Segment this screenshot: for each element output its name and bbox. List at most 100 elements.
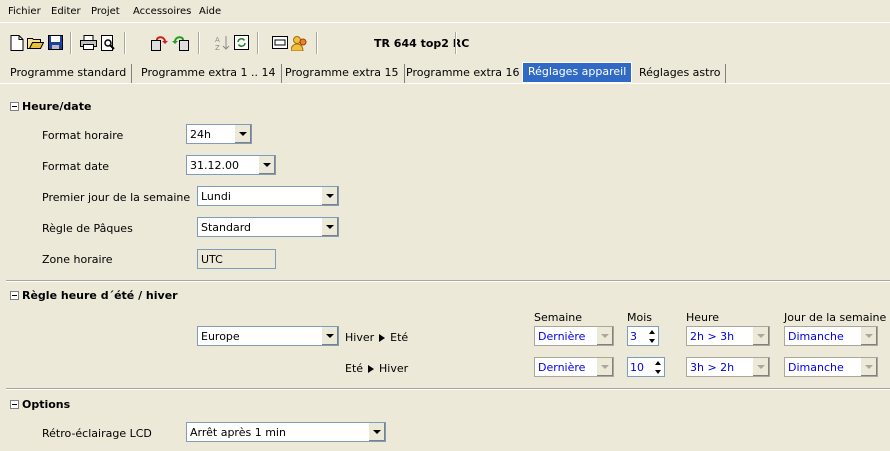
chevron-down-icon[interactable] — [368, 423, 385, 441]
collapse-icon[interactable] — [10, 400, 19, 409]
spin-down-icon[interactable] — [645, 336, 658, 345]
semaine-select-hiver-ete[interactable]: Dernière — [534, 326, 614, 346]
chevron-down-icon[interactable] — [752, 327, 769, 345]
heure-value: 3h > 2h — [690, 360, 735, 374]
sort-icon[interactable]: AZ — [214, 34, 231, 51]
toolbar-separator — [198, 32, 200, 54]
regle-paques-label: Règle de Pâques — [42, 222, 133, 235]
tab-reglages-astro[interactable]: Réglages astro — [634, 64, 727, 83]
to-label: Hiver — [379, 362, 409, 375]
jour-value: Dimanche — [788, 329, 844, 343]
transition-hiver-ete: Hiver Eté — [345, 331, 408, 344]
section-heure-date[interactable]: Heure/date — [10, 100, 91, 113]
toolbar-separator — [455, 32, 457, 54]
chevron-down-icon[interactable] — [321, 187, 338, 205]
menu-fichier[interactable]: Fichier — [8, 6, 41, 17]
col-mois-header: Mois — [627, 311, 653, 324]
chevron-down-icon[interactable] — [860, 327, 877, 345]
window-icon[interactable] — [271, 34, 288, 51]
format-horaire-select[interactable]: 24h — [186, 124, 252, 144]
toolbar: AZ TR 644 top2 RC — [0, 22, 890, 60]
svg-text:Z: Z — [215, 44, 220, 51]
new-file-icon[interactable] — [8, 34, 25, 51]
mois-stepper-hiver-ete[interactable]: 3 — [627, 326, 659, 346]
premier-jour-select[interactable]: Lundi — [197, 186, 339, 206]
retro-eclairage-label: Rétro-éclairage LCD — [42, 427, 152, 440]
tab-programme-extra-15[interactable]: Programme extra 15 — [280, 64, 405, 83]
chevron-down-icon[interactable] — [596, 358, 613, 376]
read-from-device-icon[interactable] — [172, 34, 189, 51]
menu-editer[interactable]: Editer — [51, 6, 81, 17]
col-heure-header: Heure — [686, 311, 720, 324]
open-folder-icon[interactable] — [27, 34, 44, 51]
toolbar-separator — [257, 32, 259, 54]
toolbar-separator — [316, 32, 318, 54]
menu-bar: Fichier Editer Projet Accessoires Aide — [0, 0, 890, 22]
mois-stepper-ete-hiver[interactable]: 10 — [627, 357, 665, 377]
chevron-down-icon[interactable] — [596, 327, 613, 345]
section-divider — [6, 388, 890, 390]
tab-programme-standard[interactable]: Programme standard — [5, 64, 133, 83]
retro-eclairage-value: Arrêt après 1 min — [190, 425, 286, 439]
tab-reglages-appareil[interactable]: Réglages appareil — [522, 62, 633, 83]
section-title: Règle heure d´été / hiver — [22, 289, 178, 302]
heure-select-ete-hiver[interactable]: 3h > 2h — [686, 357, 770, 377]
arrow-right-icon — [368, 365, 375, 373]
chevron-down-icon[interactable] — [752, 358, 769, 376]
section-options[interactable]: Options — [10, 398, 70, 411]
chevron-down-icon[interactable] — [321, 327, 338, 345]
format-date-select[interactable]: 31.12.00 — [186, 155, 276, 175]
region-value: Europe — [201, 329, 240, 343]
semaine-value: Dernière — [538, 360, 586, 374]
collapse-icon[interactable] — [10, 102, 19, 111]
refresh-icon[interactable] — [233, 34, 250, 51]
regle-paques-select[interactable]: Standard — [197, 217, 339, 237]
premier-jour-value: Lundi — [201, 189, 231, 203]
menu-accessoires[interactable]: Accessoires — [133, 6, 191, 17]
spin-up-icon[interactable] — [645, 327, 658, 336]
semaine-select-ete-hiver[interactable]: Dernière — [534, 357, 614, 377]
toolbar-separator — [124, 32, 126, 54]
user-icon[interactable] — [291, 34, 308, 51]
section-title: Options — [22, 398, 71, 411]
heure-value: 2h > 3h — [690, 329, 735, 343]
chevron-down-icon[interactable] — [234, 125, 251, 143]
toolbar-separator — [70, 32, 72, 54]
tab-programme-extra-16[interactable]: Programme extra 16 — [401, 64, 526, 83]
heure-select-hiver-ete[interactable]: 2h > 3h — [686, 326, 770, 346]
save-icon[interactable] — [47, 34, 64, 51]
mois-value: 3 — [630, 330, 637, 343]
section-title: Heure/date — [22, 100, 92, 113]
semaine-value: Dernière — [538, 329, 586, 343]
menu-aide[interactable]: Aide — [199, 6, 221, 17]
region-select[interactable]: Europe — [197, 326, 339, 346]
from-label: Hiver — [345, 331, 375, 344]
transition-ete-hiver: Eté Hiver — [345, 362, 408, 375]
collapse-icon[interactable] — [10, 291, 19, 300]
format-date-label: Format date — [42, 160, 110, 173]
tab-programme-extra-1-14[interactable]: Programme extra 1 .. 14 — [136, 64, 282, 83]
jour-select-hiver-ete[interactable]: Dimanche — [784, 326, 878, 346]
print-icon[interactable] — [80, 34, 97, 51]
arrow-right-icon — [379, 334, 386, 342]
retro-eclairage-select[interactable]: Arrêt après 1 min — [186, 422, 386, 442]
svg-text:A: A — [215, 36, 220, 44]
menu-projet[interactable]: Projet — [91, 6, 120, 17]
jour-select-ete-hiver[interactable]: Dimanche — [784, 357, 878, 377]
regle-paques-value: Standard — [201, 220, 252, 234]
format-horaire-value: 24h — [190, 127, 211, 141]
col-semaine-header: Semaine — [534, 311, 583, 324]
section-ete-hiver[interactable]: Règle heure d´été / hiver — [10, 289, 178, 302]
chevron-down-icon[interactable] — [258, 156, 275, 174]
format-date-value: 31.12.00 — [190, 158, 239, 172]
print-preview-icon[interactable] — [100, 34, 117, 51]
from-label: Eté — [345, 362, 364, 375]
spin-up-icon[interactable] — [651, 358, 664, 367]
transfer-to-device-icon[interactable] — [151, 34, 168, 51]
chevron-down-icon[interactable] — [860, 358, 877, 376]
format-horaire-label: Format horaire — [42, 129, 124, 142]
mois-value: 10 — [630, 361, 644, 374]
spin-down-icon[interactable] — [651, 367, 664, 376]
chevron-down-icon[interactable] — [321, 218, 338, 236]
tab-bar: Programme standard Programme extra 1 .. … — [0, 60, 890, 84]
